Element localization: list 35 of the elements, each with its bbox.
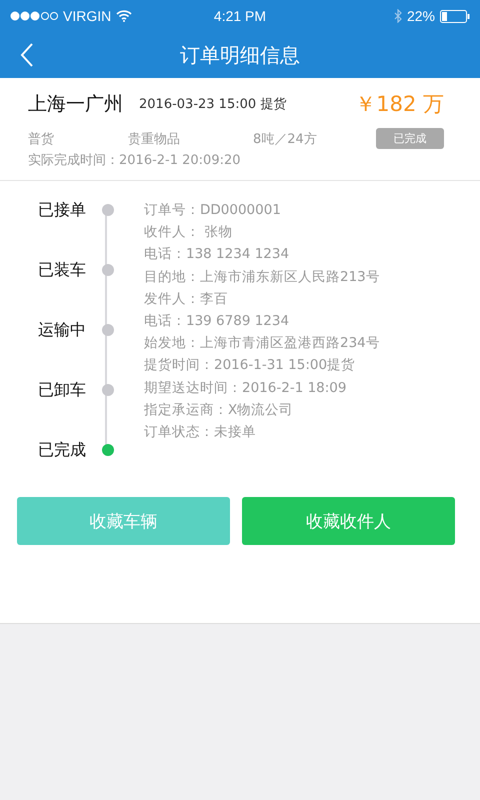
step-label: 已卸车 <box>38 379 87 401</box>
step-label: 运输中 <box>38 319 87 341</box>
battery-percent: 22% <box>406 8 435 24</box>
bluetooth-icon <box>394 9 402 23</box>
detail-line: 收件人： 张物 <box>144 223 234 242</box>
step-label: 已装车 <box>38 259 87 281</box>
price-text: ￥182 万 <box>355 91 444 118</box>
detail-line: 电话：139 6789 1234 <box>144 312 290 332</box>
detail-line: 发件人：李百 <box>144 290 229 309</box>
step-label: 已接单 <box>38 199 87 221</box>
detail-line: 提货时间：2016-1-31 15:00提货 <box>144 356 356 376</box>
screen-title: 订单明细信息 <box>180 42 300 68</box>
cargo-category: 贵重物品 <box>128 130 181 148</box>
detail-line: 订单状态：未接单 <box>144 423 257 442</box>
detail-line: 订单号：DD0000001 <box>144 201 282 220</box>
detail-line: 始发地：上海市青浦区盈港西路234号 <box>144 334 380 354</box>
battery-icon <box>440 10 470 22</box>
detail-line: 电话：138 1234 1234 <box>144 245 290 264</box>
signal-icon <box>10 11 58 21</box>
clock-time: 4:21 PM <box>214 8 266 24</box>
back-icon[interactable] <box>20 43 34 67</box>
step-label: 已完成 <box>38 439 87 461</box>
pickup-time: 2016-03-23 15:00 提货 <box>139 96 288 113</box>
detail-line: 指定承运商：X物流公司 <box>144 400 294 420</box>
route-text: 上海一广州 <box>28 92 123 117</box>
status-badge: 已完成 <box>376 128 444 149</box>
wifi-icon <box>116 10 132 22</box>
cargo-weight: 8吨／24方 <box>253 130 318 148</box>
save-recipient-button[interactable]: 收藏收件人 <box>242 497 455 545</box>
carrier-name: VIRGIN <box>63 8 112 24</box>
save-vehicle-button[interactable]: 收藏车辆 <box>17 497 230 545</box>
cargo-type: 普货 <box>28 130 55 148</box>
detail-line: 目的地：上海市浦东新区人民路213号 <box>144 268 380 287</box>
detail-line: 期望送达时间：2016-2-1 18:09 <box>144 378 348 398</box>
finish-time: 实际完成时间：2016-2-1 20:09:20 <box>28 152 242 169</box>
